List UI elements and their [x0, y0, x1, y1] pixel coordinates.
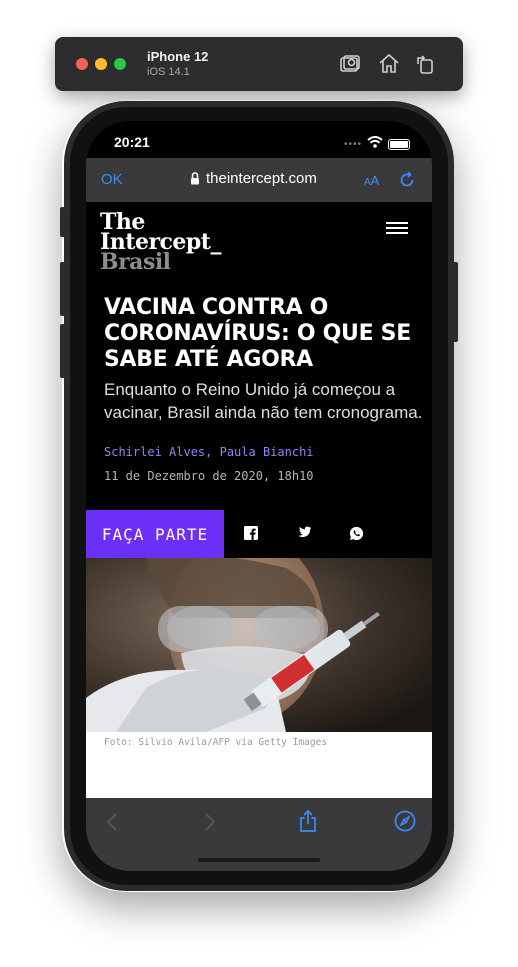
zoom-window-button[interactable]	[114, 58, 126, 70]
minimize-window-button[interactable]	[95, 58, 107, 70]
home-icon[interactable]	[377, 52, 401, 76]
done-button[interactable]: OK	[101, 171, 123, 188]
whatsapp-icon[interactable]	[349, 526, 364, 541]
site-logo[interactable]: The Intercept_ Brasil	[100, 211, 221, 275]
article-subtitle: Enquanto o Reino Unido já começou a vaci…	[104, 380, 423, 422]
caption-area: Foto: Silvio Avila/AFP via Getty Images	[86, 732, 432, 798]
close-window-button[interactable]	[76, 58, 88, 70]
volume-up-button	[60, 262, 65, 316]
vaccine-photo-illustration	[86, 558, 432, 732]
status-time: 20:21	[114, 134, 150, 150]
signal-icon: ••••	[343, 138, 362, 150]
photo-caption: Foto: Silvio Avila/AFP via Getty Images	[104, 737, 328, 748]
web-page: The Intercept_ Brasil VACINA CONTRA O CO…	[86, 202, 432, 798]
compass-icon[interactable]	[394, 810, 416, 837]
power-button	[453, 262, 458, 342]
hamburger-menu-icon[interactable]	[386, 222, 408, 237]
battery-icon	[388, 138, 410, 150]
browser-address-bar: OK theintercept.com AAAA	[86, 158, 432, 202]
twitter-icon[interactable]	[297, 526, 311, 538]
phone-screen: 20:21 •••• OK theintercept.com AAAA	[86, 121, 432, 871]
reload-icon[interactable]	[399, 171, 415, 193]
join-button[interactable]: FAÇA PARTE	[86, 510, 224, 558]
text-size-button[interactable]: AAAA	[364, 173, 379, 188]
article-authors[interactable]: Schirlei Alves, Paula Bianchi	[104, 445, 314, 459]
article-headline: VACINA CONTRA O CORONAVÍRUS: O QUE SE SA…	[104, 295, 411, 372]
forward-icon[interactable]	[203, 812, 217, 837]
article-photo[interactable]	[86, 558, 432, 732]
wifi-icon	[367, 135, 383, 153]
rotate-icon[interactable]	[413, 52, 437, 76]
logo-line-brasil: Brasil	[100, 249, 171, 275]
status-indicators: ••••	[344, 135, 410, 153]
facebook-icon[interactable]	[244, 526, 258, 540]
device-name: iPhone 12	[147, 49, 209, 64]
screenshot-icon[interactable]	[338, 52, 362, 76]
notch	[166, 121, 352, 151]
simulator-title-bar: iPhone 12 iOS 14.1	[55, 37, 463, 91]
browser-toolbar	[86, 798, 432, 871]
url-text: theintercept.com	[206, 170, 317, 187]
volume-down-button	[60, 324, 65, 378]
share-icon[interactable]	[298, 809, 318, 838]
os-version: iOS 14.1	[147, 66, 190, 78]
home-indicator[interactable]	[198, 858, 320, 862]
lock-icon	[190, 172, 200, 185]
back-icon[interactable]	[105, 812, 119, 837]
url-field[interactable]: theintercept.com	[190, 170, 317, 187]
article-date: 11 de Dezembro de 2020, 18h10	[104, 469, 314, 483]
ring-switch	[60, 207, 65, 237]
text-size-small-a: A	[364, 177, 371, 188]
